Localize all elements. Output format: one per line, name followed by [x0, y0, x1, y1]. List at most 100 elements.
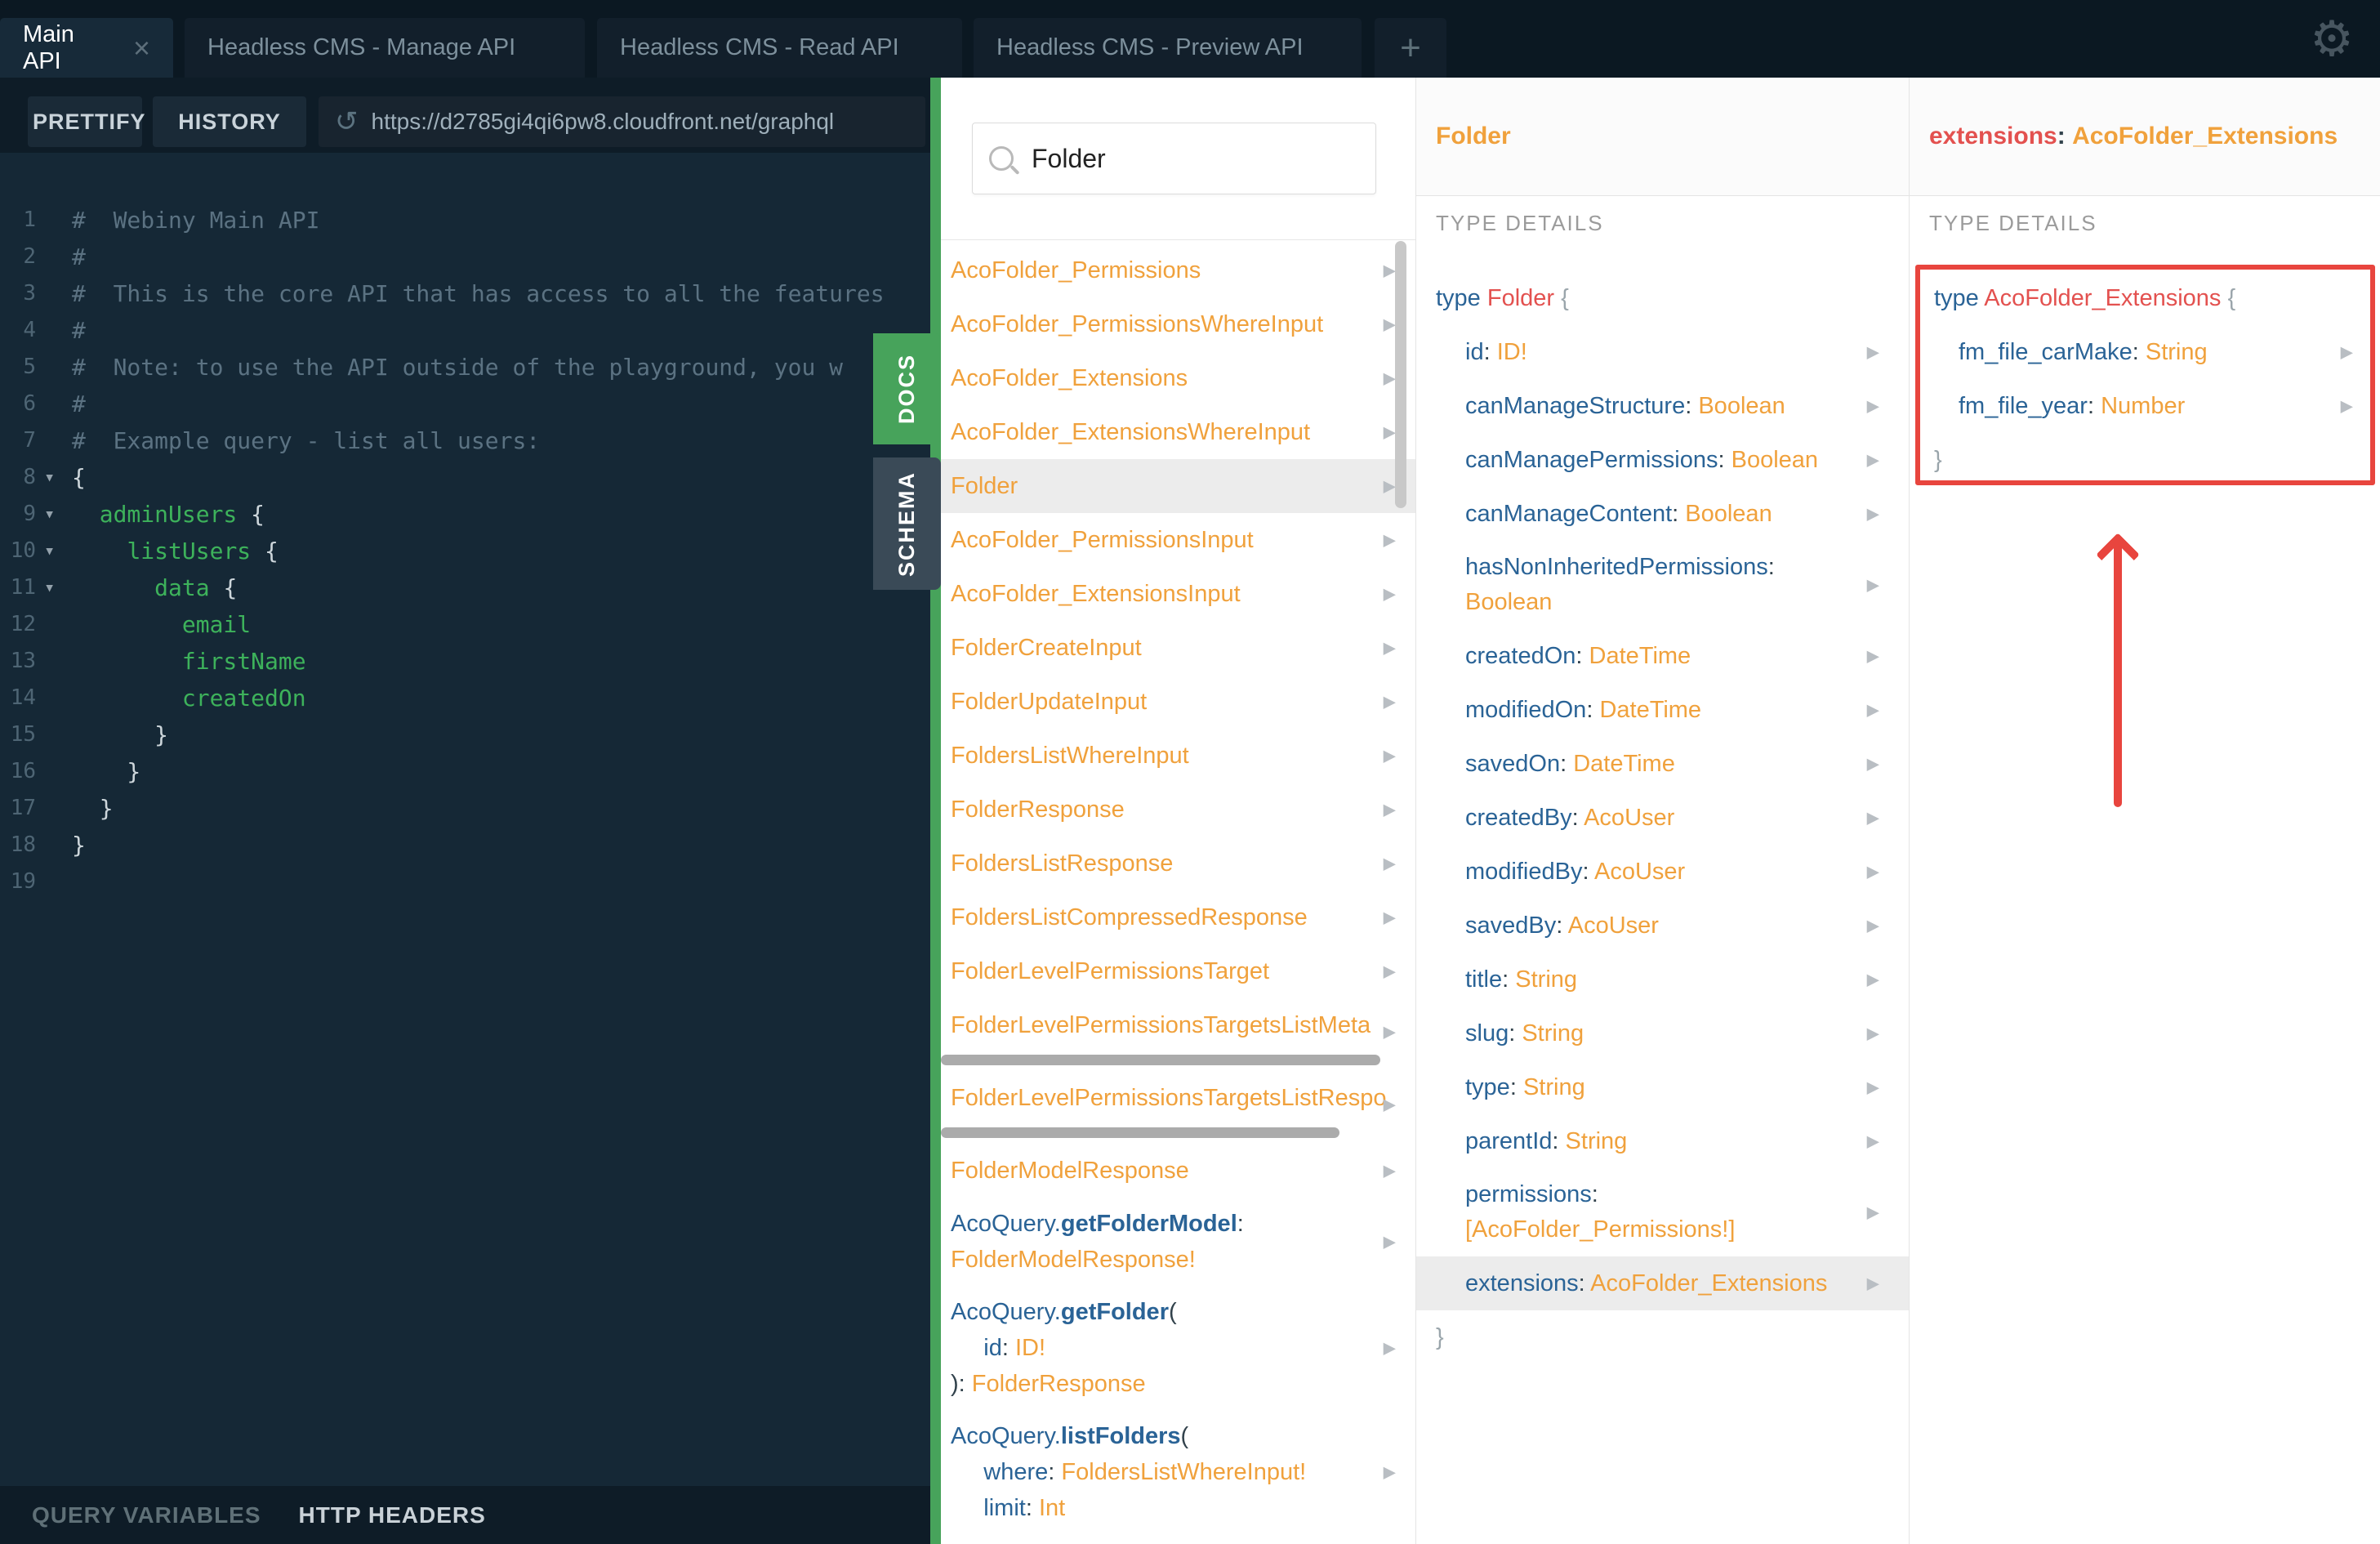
type-field-row[interactable]: canManageStructure: Boolean ▶	[1416, 379, 1909, 433]
docs-list-item[interactable]: FolderUpdateInput ▶	[941, 675, 1415, 729]
type-field-row[interactable]: slug: String ▶	[1416, 1006, 1909, 1060]
close-icon[interactable]: ×	[133, 33, 150, 63]
endpoint-url-bar[interactable]: ↺ https://d2785gi4qi6pw8.cloudfront.net/…	[319, 96, 925, 147]
type-field-row[interactable]: permissions: [AcoFolder_Permissions!] ▶	[1416, 1168, 1909, 1256]
docs-list-item[interactable]: FolderModelResponse ▶	[941, 1144, 1415, 1198]
docs-list-item[interactable]: FoldersListResponse ▶	[941, 837, 1415, 890]
docs-tab[interactable]: DOCS	[873, 333, 941, 444]
type-field-row[interactable]: type: String ▶	[1416, 1060, 1909, 1114]
docs-list-item[interactable]: AcoQuery.getFolderModel: FolderModelRespo…	[941, 1198, 1415, 1286]
tab-label: Headless CMS - Preview API	[996, 34, 1304, 60]
extensions-field-rows: type AcoFolder_Extensions { fm_file_carM…	[1916, 271, 2371, 487]
editor-line: 11 ▾ data {	[0, 569, 930, 606]
docs-list-item[interactable]: AcoFolder_PermissionsInput ▶	[941, 513, 1415, 567]
type-field-row[interactable]: type AcoFolder_Extensions {	[1916, 271, 2371, 325]
chevron-right-icon: ▶	[1383, 855, 1396, 873]
type-field-row[interactable]: savedOn: DateTime ▶	[1416, 737, 1909, 791]
type-field-row[interactable]: extensions: AcoFolder_Extensions ▶	[1416, 1256, 1909, 1310]
type-field-row[interactable]: canManagePermissions: Boolean ▶	[1416, 433, 1909, 487]
type-field-row[interactable]: createdBy: AcoUser ▶	[1416, 791, 1909, 845]
tab-main-api[interactable]: Main API ×	[0, 18, 173, 78]
horizontal-scrollbar[interactable]	[941, 1055, 1380, 1065]
prettify-button[interactable]: PRETTIFY	[28, 96, 145, 147]
type-field-row[interactable]: parentId: String ▶	[1416, 1114, 1909, 1168]
type-field-row[interactable]: fm_file_year: Number ▶	[1916, 379, 2371, 433]
tab-headless-cms-read-api[interactable]: Headless CMS - Read API	[597, 18, 962, 78]
type-field-row[interactable]: savedBy: AcoUser ▶	[1416, 899, 1909, 953]
chevron-right-icon: ▶	[1866, 576, 1879, 595]
chevron-right-icon: ▶	[1383, 531, 1396, 550]
chevron-right-icon: ▶	[1383, 801, 1396, 819]
docs-list-item[interactable]: AcoFolder_Extensions ▶	[941, 351, 1415, 405]
type-field-row[interactable]: id: ID! ▶	[1416, 325, 1909, 379]
docs-panel: Folder AcoFolder_Permissions ▶ AcoFolder…	[941, 78, 1415, 1544]
history-button[interactable]: HISTORY	[153, 96, 306, 147]
settings-gear-icon[interactable]: ⚙	[2303, 7, 2360, 72]
horizontal-scrollbar[interactable]	[941, 1127, 1339, 1138]
type-field-row[interactable]: canManageContent: Boolean ▶	[1416, 487, 1909, 541]
query-editor[interactable]: 1 # Webiny Main API 2 # 3 # This is the …	[0, 153, 930, 1486]
fold-caret-icon[interactable]: ▾	[44, 533, 55, 569]
type-field-row[interactable]: type Folder {	[1416, 271, 1909, 325]
tab-headless-cms-preview-api[interactable]: Headless CMS - Preview API	[974, 18, 1362, 78]
docs-list-item[interactable]: AcoFolder_ExtensionsInput ▶	[941, 567, 1415, 621]
query-variables-tab[interactable]: QUERY VARIABLES	[32, 1502, 261, 1528]
chevron-right-icon: ▶	[1866, 863, 1879, 881]
line-number: 16	[10, 759, 36, 783]
panel-divider[interactable]	[930, 78, 941, 1544]
docs-list-item[interactable]: FolderResponse ▶	[941, 783, 1415, 837]
docs-list-item[interactable]: AcoQuery.getFolder( id: ID!): FolderResp…	[941, 1286, 1415, 1410]
docs-list-item[interactable]: FolderLevelPermissionsTargetsListRespo ▶	[941, 1071, 1415, 1138]
docs-type-list: AcoFolder_Permissions ▶ AcoFolder_Permis…	[941, 243, 1415, 1544]
line-number: 13	[10, 649, 36, 673]
fold-caret-icon[interactable]: ▾	[44, 496, 55, 533]
vertical-scrollbar[interactable]	[1395, 241, 1406, 508]
docs-list-item[interactable]: AcoQuery.listFolders( where: FoldersList…	[941, 1410, 1415, 1534]
type-field-row[interactable]: }	[1916, 433, 2371, 487]
type-field-row[interactable]: fm_file_carMake: String ▶	[1916, 325, 2371, 379]
fold-caret-icon[interactable]: ▾	[44, 569, 55, 606]
chevron-right-icon: ▶	[1383, 1233, 1396, 1252]
chevron-right-icon: ▶	[1383, 315, 1396, 334]
docs-list-item[interactable]: AcoFolder_PermissionsWhereInput ▶	[941, 297, 1415, 351]
type-field-row[interactable]: modifiedBy: AcoUser ▶	[1416, 845, 1909, 899]
type-field-row[interactable]: title: String ▶	[1416, 953, 1909, 1006]
editor-line: 19	[0, 863, 930, 900]
add-tab-button[interactable]: +	[1375, 18, 1446, 78]
type-field-row[interactable]: }	[1416, 1310, 1909, 1364]
editor-line: 1 # Webiny Main API	[0, 202, 930, 239]
editor-lines: 1 # Webiny Main API 2 # 3 # This is the …	[0, 202, 930, 900]
chevron-right-icon: ▶	[1866, 1024, 1879, 1043]
line-number: 18	[10, 832, 36, 857]
chevron-right-icon: ▶	[1383, 423, 1396, 442]
type-field-row[interactable]: createdOn: DateTime ▶	[1416, 629, 1909, 683]
tab-headless-cms-manage-api[interactable]: Headless CMS - Manage API	[185, 18, 585, 78]
chevron-right-icon: ▶	[1866, 1078, 1879, 1097]
search-value: Folder	[1032, 143, 1106, 173]
docs-list-item[interactable]: AcoFolder_Permissions ▶	[941, 243, 1415, 297]
chevron-right-icon: ▶	[1866, 343, 1879, 362]
editor-line: 17 }	[0, 790, 930, 827]
panel-title-field: extensions	[1929, 123, 2057, 149]
schema-tab[interactable]: SCHEMA	[873, 457, 941, 590]
docs-search-input[interactable]: Folder	[972, 123, 1376, 194]
docs-list-item[interactable]: FolderCreateInput ▶	[941, 621, 1415, 675]
http-headers-tab[interactable]: HTTP HEADERS	[299, 1502, 486, 1528]
docs-list-item[interactable]: AcoFolder_ExtensionsWhereInput ▶	[941, 405, 1415, 459]
panel-title-colon: :	[2057, 123, 2073, 149]
fold-caret-icon[interactable]: ▾	[44, 459, 55, 496]
type-field-row[interactable]: hasNonInheritedPermissions: Boolean ▶	[1416, 541, 1909, 629]
editor-line: 5 # Note: to use the API outside of the …	[0, 349, 930, 386]
docs-list-item[interactable]: FolderLevelPermissionsTarget ▶	[941, 944, 1415, 998]
docs-list-item[interactable]: FoldersListCompressedResponse ▶	[941, 890, 1415, 944]
docs-list-item[interactable]: FolderLevelPermissionsTargetsListMeta ▶	[941, 998, 1415, 1065]
editor-line: 14 createdOn	[0, 680, 930, 716]
panel-header: extensions: AcoFolder_Extensions	[1910, 78, 2380, 196]
docs-list-item[interactable]: FoldersListWhereInput ▶	[941, 729, 1415, 783]
line-number: 14	[10, 685, 36, 710]
endpoint-url: https://d2785gi4qi6pw8.cloudfront.net/gr…	[371, 109, 835, 134]
chevron-right-icon: ▶	[1383, 1463, 1396, 1482]
chevron-right-icon: ▶	[1866, 505, 1879, 524]
type-field-row[interactable]: modifiedOn: DateTime ▶	[1416, 683, 1909, 737]
docs-list-item[interactable]: Folder ▶	[941, 459, 1415, 513]
